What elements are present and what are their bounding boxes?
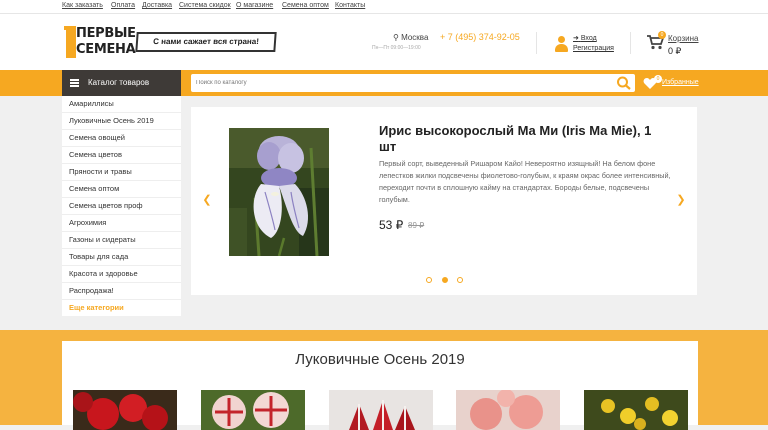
login-arrow-icon: ➜	[573, 35, 579, 42]
sidebar-item-pro-flower-seeds[interactable]: Семена цветов проф	[62, 198, 181, 215]
section-title: Луковичные Осень 2019	[295, 351, 465, 368]
sidebar-more-categories[interactable]: Еще категории	[62, 300, 181, 317]
bulbs-section: Луковичные Осень 2019	[62, 341, 698, 430]
product-title[interactable]: Ирис высокорослый Ма Ми (Iris Ma Mie), 1…	[379, 123, 669, 155]
sidebar-item-vegetable-seeds[interactable]: Семена овощей	[62, 130, 181, 147]
sidebar-item-herbs[interactable]: Пряности и травы	[62, 164, 181, 181]
header-divider	[630, 32, 631, 54]
register-link[interactable]: Регистрация	[573, 45, 614, 52]
sidebar-item-flower-seeds[interactable]: Семена цветов	[62, 147, 181, 164]
product-slider: ❮ ❯ Ирис высокорослый Ма Ми (Iris Ma Mie…	[191, 107, 697, 295]
slider-dot-2[interactable]	[442, 277, 448, 283]
sidebar-item-garden-goods[interactable]: Товары для сада	[62, 249, 181, 266]
cart-total: 0 ₽	[668, 46, 682, 56]
sidebar-item-agrochemistry[interactable]: Агрохимия	[62, 215, 181, 232]
logo-line-1: ПЕРВЫЕ	[76, 26, 136, 41]
topbar-link-contacts[interactable]: Контакты	[335, 2, 365, 9]
topbar-link-payment[interactable]: Оплата	[111, 2, 135, 9]
sidebar-item-beauty-health[interactable]: Красота и здоровье	[62, 266, 181, 283]
search-icon[interactable]	[616, 76, 632, 90]
header-divider	[536, 32, 537, 54]
topbar-link-discounts[interactable]: Система скидок	[179, 2, 231, 9]
cart-count-badge: 0	[658, 31, 666, 39]
sidebar-item-lawns[interactable]: Газоны и сидераты	[62, 232, 181, 249]
product-thumb-5[interactable]	[584, 390, 688, 430]
slider-prev-arrow[interactable]: ❮	[201, 193, 213, 207]
logo-text[interactable]: ПЕРВЫЕ СЕМЕНА	[76, 26, 136, 58]
logo-mark[interactable]	[64, 26, 76, 58]
user-icon	[554, 36, 568, 52]
working-hours: Пн—Пт 09:00—19:00	[372, 45, 421, 51]
phone-number[interactable]: + 7 (495) 374-92-05	[440, 32, 520, 42]
cart-link[interactable]: Корзина	[668, 34, 698, 43]
favorites-link[interactable]: Избранные	[662, 79, 699, 86]
catalog-label: Каталог товаров	[88, 78, 150, 87]
product-price: 53 ₽	[379, 218, 404, 232]
slider-next-arrow[interactable]: ❯	[675, 193, 687, 207]
topbar-link-how-to-order[interactable]: Как заказать	[62, 2, 103, 9]
top-links-bar: Как заказать Оплата Доставка Система ски…	[0, 0, 768, 14]
product-thumb-1[interactable]	[73, 390, 177, 430]
product-thumb-4[interactable]	[456, 390, 560, 430]
catalog-button[interactable]: Каталог товаров	[62, 70, 181, 96]
topbar-link-wholesale[interactable]: Семена оптом	[282, 2, 329, 9]
product-description: Первый сорт, выведенный Ришаром Кайо! Не…	[379, 159, 671, 204]
site-header: ПЕРВЫЕ СЕМЕНА С нами сажает вся страна! …	[0, 14, 768, 70]
logo-line-2: СЕМЕНА	[76, 42, 136, 57]
favorites-count-badge: 0	[654, 75, 662, 83]
city-name: Москва	[401, 33, 429, 42]
product-thumb-3[interactable]	[329, 390, 433, 430]
topbar-link-about[interactable]: О магазине	[236, 2, 273, 9]
product-image[interactable]	[229, 128, 329, 256]
login-link[interactable]: ➜ Вход	[573, 34, 597, 42]
product-old-price: 89 ₽	[408, 221, 425, 230]
slider-dot-3[interactable]	[457, 277, 463, 283]
city-selector[interactable]: ⚲ Москва	[393, 33, 428, 42]
login-label: Вход	[580, 35, 597, 42]
category-sidebar: Амариллисы Луковичные Осень 2019 Семена …	[62, 96, 181, 316]
search-input[interactable]	[191, 74, 635, 92]
product-thumb-2[interactable]	[201, 390, 305, 430]
map-pin-icon: ⚲	[393, 33, 399, 42]
sidebar-item-bulbs-autumn-2019[interactable]: Луковичные Осень 2019	[62, 113, 181, 130]
topbar-link-delivery[interactable]: Доставка	[142, 2, 172, 9]
sidebar-item-wholesale-seeds[interactable]: Семена оптом	[62, 181, 181, 198]
slider-dot-1[interactable]	[426, 277, 432, 283]
nav-bar: Каталог товаров 0 Избранные	[0, 70, 768, 96]
sidebar-item-sale[interactable]: Распродажа!	[62, 283, 181, 300]
sidebar-item-amaryllis[interactable]: Амариллисы	[62, 96, 181, 113]
slogan-banner: С нами сажает вся страна!	[135, 32, 277, 52]
menu-icon	[70, 79, 79, 87]
